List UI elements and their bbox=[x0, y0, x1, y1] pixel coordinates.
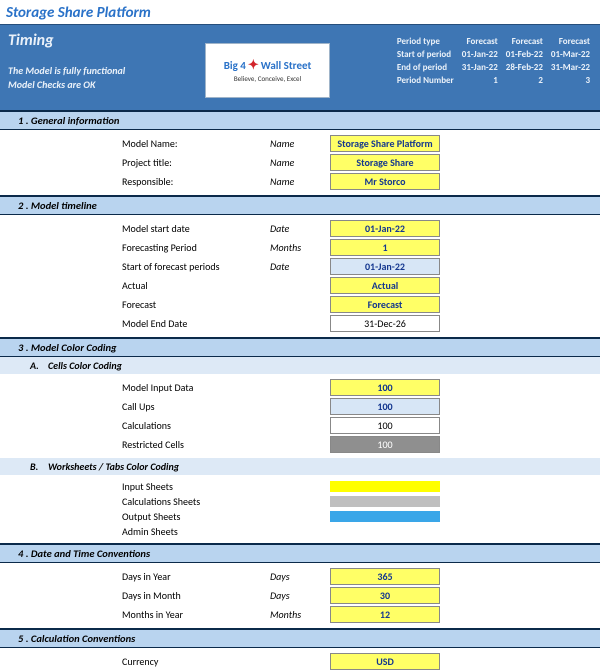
cc-restr-label: Restricted Cells bbox=[120, 437, 270, 452]
brand-right: Wall Street bbox=[261, 59, 312, 72]
brand-left: Big 4 bbox=[224, 59, 246, 72]
pnum-label: Period Number bbox=[393, 74, 458, 87]
forecast-cell[interactable]: Forecast bbox=[330, 296, 440, 313]
project-title-cell[interactable]: Storage Share bbox=[330, 154, 440, 171]
cc-input-cell: 100 bbox=[330, 379, 440, 396]
cc-input-label: Model Input Data bbox=[120, 380, 270, 395]
section-general: 1 . General information bbox=[0, 110, 600, 130]
page-title: Storage Share Platform bbox=[0, 0, 600, 24]
ptype-label: Period type bbox=[393, 35, 458, 48]
model-name-cell[interactable]: Storage Share Platform bbox=[330, 135, 440, 152]
period-header: Period type Forecast Forecast Forecast S… bbox=[393, 35, 594, 87]
p2-start: 01-Feb-22 bbox=[502, 48, 547, 61]
model-name-label: Model Name: bbox=[120, 136, 270, 151]
dyr-label: Days in Year bbox=[120, 569, 270, 584]
p3-start: 01-Mar-22 bbox=[547, 48, 594, 61]
actual-cell[interactable]: Actual bbox=[330, 277, 440, 294]
project-title-label: Project title: bbox=[120, 155, 270, 170]
p1-start: 01-Jan-22 bbox=[458, 48, 502, 61]
p2-end: 28-Feb-22 bbox=[502, 61, 547, 74]
unit-name3: Name bbox=[270, 175, 330, 188]
fstart-label: Start of forecast periods bbox=[120, 259, 270, 274]
fstart-cell[interactable]: 01-Jan-22 bbox=[330, 258, 440, 275]
cc-calc-cell: 100 bbox=[330, 417, 440, 434]
myr-cell[interactable]: 12 bbox=[330, 606, 440, 623]
header: Timing The Model is fully functional Mod… bbox=[0, 24, 600, 110]
section-date-time: 4 . Date and Time Conventions bbox=[0, 543, 600, 563]
dmo-label: Days in Month bbox=[120, 588, 270, 603]
ws-admin-label: Admin Sheets bbox=[120, 524, 270, 539]
currency-cell[interactable]: USD bbox=[330, 653, 440, 670]
pstart-label: Start of period bbox=[393, 48, 458, 61]
unit-days1: Days bbox=[270, 570, 330, 583]
p2-type: Forecast bbox=[502, 35, 547, 48]
mstart-cell[interactable]: 01-Jan-22 bbox=[330, 220, 440, 237]
responsible-label: Responsible: bbox=[120, 174, 270, 189]
pend-label: End of period bbox=[393, 61, 458, 74]
brand-logo: Big 4 ✦ Wall Street Believe, Conceive, E… bbox=[205, 43, 330, 98]
ws-input-swatch bbox=[330, 481, 440, 492]
p1-type: Forecast bbox=[458, 35, 502, 48]
fperiod-label: Forecasting Period bbox=[120, 240, 270, 255]
fperiod-cell[interactable]: 1 bbox=[330, 239, 440, 256]
subsection-worksheets: B.Worksheets / Tabs Color Coding bbox=[0, 458, 600, 475]
section-calc-conventions: 5 . Calculation Conventions bbox=[0, 628, 600, 648]
unit-name1: Name bbox=[270, 137, 330, 150]
brand-tagline: Believe, Conceive, Excel bbox=[234, 74, 301, 83]
ws-calc-label: Calculations Sheets bbox=[120, 494, 270, 509]
actual-label: Actual bbox=[120, 278, 270, 293]
mend-label: Model End Date bbox=[120, 316, 270, 331]
dyr-cell[interactable]: 365 bbox=[330, 568, 440, 585]
unit-months2: Months bbox=[270, 608, 330, 621]
ws-input-label: Input Sheets bbox=[120, 479, 270, 494]
ws-output-label: Output Sheets bbox=[120, 509, 270, 524]
mend-cell: 31-Dec-26 bbox=[330, 315, 440, 332]
ws-calc-swatch bbox=[330, 496, 440, 507]
unit-name2: Name bbox=[270, 156, 330, 169]
eagle-icon: ✦ bbox=[248, 59, 259, 72]
p3-end: 31-Mar-22 bbox=[547, 61, 594, 74]
p2-num: 2 bbox=[502, 74, 547, 87]
responsible-cell[interactable]: Mr Storco bbox=[330, 173, 440, 190]
p3-type: Forecast bbox=[547, 35, 594, 48]
section-color-coding: 3 . Model Color Coding bbox=[0, 337, 600, 357]
unit-date2: Date bbox=[270, 260, 330, 273]
p3-num: 3 bbox=[547, 74, 594, 87]
currency-label: Currency bbox=[120, 654, 270, 669]
p1-end: 31-Jan-22 bbox=[458, 61, 502, 74]
cc-call-cell: 100 bbox=[330, 398, 440, 415]
subsection-cells: A.Cells Color Coding bbox=[0, 357, 600, 374]
unit-months1: Months bbox=[270, 241, 330, 254]
unit-days2: Days bbox=[270, 589, 330, 602]
mstart-label: Model start date bbox=[120, 221, 270, 236]
p1-num: 1 bbox=[458, 74, 502, 87]
ws-output-swatch bbox=[330, 511, 440, 522]
myr-label: Months in Year bbox=[120, 607, 270, 622]
ws-admin-swatch bbox=[330, 526, 440, 537]
section-timeline: 2 . Model timeline bbox=[0, 195, 600, 215]
cc-calc-label: Calculations bbox=[120, 418, 270, 433]
cc-call-label: Call Ups bbox=[120, 399, 270, 414]
unit-date1: Date bbox=[270, 222, 330, 235]
forecast-label: Forecast bbox=[120, 297, 270, 312]
cc-restr-cell: 100 bbox=[330, 436, 440, 453]
dmo-cell[interactable]: 30 bbox=[330, 587, 440, 604]
